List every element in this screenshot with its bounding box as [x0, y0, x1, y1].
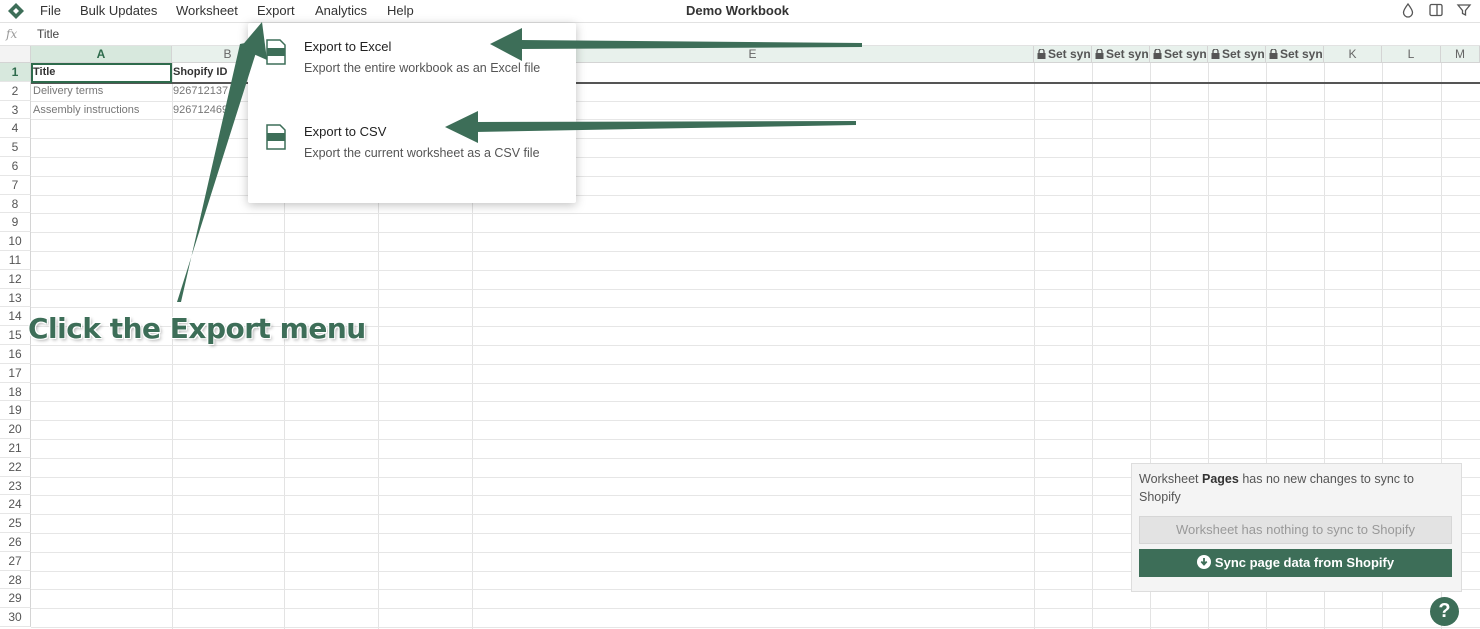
gridline [172, 63, 173, 629]
column-header[interactable]: Set syn [1266, 46, 1324, 63]
row-header[interactable]: 29 [0, 589, 31, 609]
sync-to-shopify-button-disabled: Worksheet has nothing to sync to Shopify [1139, 516, 1452, 544]
gridline [31, 213, 1480, 215]
row-header[interactable]: 17 [0, 363, 31, 383]
help-button[interactable]: ? [1430, 597, 1459, 626]
gridline [31, 457, 1480, 459]
drop-icon[interactable] [1400, 2, 1416, 18]
excel-file-icon [266, 39, 286, 65]
column-header-label: Set syn [1048, 47, 1091, 61]
export-dropdown-menu: Export to Excel Export the entire workbo… [248, 23, 576, 203]
column-header[interactable]: L [1382, 46, 1441, 63]
row-header[interactable]: 7 [0, 175, 31, 195]
sync-message: Worksheet Pages has no new changes to sy… [1139, 472, 1414, 504]
gridline [31, 269, 1480, 271]
row-header[interactable]: 20 [0, 420, 31, 439]
column-header-label: Set syn [1106, 47, 1149, 61]
column-header[interactable]: K [1324, 46, 1382, 63]
column-header[interactable]: Set syn [1092, 46, 1150, 63]
cell-a3[interactable]: Assembly instructions [33, 101, 170, 120]
row-header[interactable]: 6 [0, 157, 31, 176]
row-header[interactable]: 22 [0, 457, 31, 477]
workbook-title: Demo Workbook [685, 3, 790, 18]
cell-a1[interactable]: Title [33, 63, 170, 82]
sync-from-shopify-button[interactable]: Sync page data from Shopify [1139, 549, 1452, 577]
gridline [31, 363, 1480, 365]
gridline [31, 307, 1480, 309]
row-header[interactable]: 16 [0, 345, 31, 364]
cell-b1[interactable]: Shopify ID [173, 63, 248, 82]
gridline [31, 288, 1480, 290]
sync-panel: Worksheet Pages has no new changes to sy… [1131, 463, 1462, 592]
row-header[interactable]: 4 [0, 119, 31, 139]
gridline [1034, 63, 1035, 629]
row-header[interactable]: 26 [0, 533, 31, 552]
export-to-excel-item[interactable]: Export to Excel Export the entire workbo… [248, 29, 576, 109]
row-header[interactable]: 13 [0, 288, 31, 308]
row-header[interactable]: 28 [0, 570, 31, 590]
formula-bar: fx Title [0, 23, 1480, 46]
gridline [31, 251, 1480, 252]
panel-icon[interactable] [1428, 2, 1444, 18]
fx-label: fx [6, 27, 18, 41]
gridline [31, 608, 1480, 610]
lock-icon [1153, 47, 1164, 61]
export-to-csv-item[interactable]: Export to CSV Export the current workshe… [248, 114, 576, 194]
gridline [1092, 63, 1093, 629]
column-header[interactable]: A [31, 46, 172, 63]
export-excel-description: Export the entire workbook as an Excel f… [304, 61, 541, 75]
row-header[interactable]: 12 [0, 269, 31, 289]
export-excel-title: Export to Excel [304, 39, 392, 54]
row-header[interactable]: 2 [0, 81, 31, 101]
column-header[interactable]: Set syn [1034, 46, 1092, 63]
lock-icon [1211, 47, 1222, 61]
row-header[interactable]: 23 [0, 476, 31, 496]
row-header[interactable]: 19 [0, 401, 31, 421]
gridline [31, 420, 1480, 422]
row-header[interactable]: 21 [0, 439, 31, 458]
lock-icon [1037, 47, 1048, 61]
export-csv-title: Export to CSV [304, 124, 387, 139]
gridline [31, 345, 1480, 346]
column-header-label: Set syn [1164, 47, 1207, 61]
select-all-corner[interactable] [0, 46, 31, 63]
cell-a2[interactable]: Delivery terms [33, 82, 170, 101]
export-csv-description: Export the current worksheet as a CSV fi… [304, 146, 540, 160]
row-header[interactable]: 24 [0, 495, 31, 515]
row-header[interactable]: 18 [0, 382, 31, 402]
row-header[interactable]: 3 [0, 100, 31, 120]
csv-file-icon [266, 124, 286, 150]
download-circle-icon [1196, 555, 1211, 569]
cell-b3[interactable]: 926712469 [173, 101, 248, 120]
row-header[interactable]: 8 [0, 194, 31, 214]
column-header-label: Set syn [1280, 47, 1323, 61]
filter-icon[interactable] [1456, 2, 1472, 18]
row-header[interactable]: 14 [0, 307, 31, 327]
row-header[interactable]: 25 [0, 514, 31, 533]
column-header-label: Set syn [1222, 47, 1265, 61]
gridline [31, 401, 1480, 403]
lock-icon [1095, 47, 1106, 61]
gridline [31, 382, 1480, 384]
column-header[interactable]: Set syn [1150, 46, 1208, 63]
row-header[interactable]: 10 [0, 232, 31, 251]
lock-icon [1269, 47, 1280, 61]
column-header[interactable]: Set syn [1208, 46, 1266, 63]
gridline [31, 232, 1480, 234]
row-header[interactable]: 11 [0, 251, 31, 270]
menu-bar: File Bulk Updates Worksheet Export Analy… [0, 0, 1480, 23]
annotation-label: Click the Export menu [28, 312, 366, 345]
row-header[interactable]: 1 [0, 63, 31, 82]
gridline [31, 627, 1480, 628]
column-header[interactable]: M [1441, 46, 1480, 63]
row-header[interactable]: 30 [0, 608, 31, 627]
row-header[interactable]: 27 [0, 551, 31, 571]
formula-input[interactable]: Title [37, 27, 59, 41]
row-header[interactable]: 5 [0, 138, 31, 157]
cell-b2[interactable]: 926712137 [173, 82, 248, 101]
gridline [31, 439, 1480, 440]
row-header[interactable]: 9 [0, 213, 31, 233]
row-header[interactable]: 15 [0, 326, 31, 345]
